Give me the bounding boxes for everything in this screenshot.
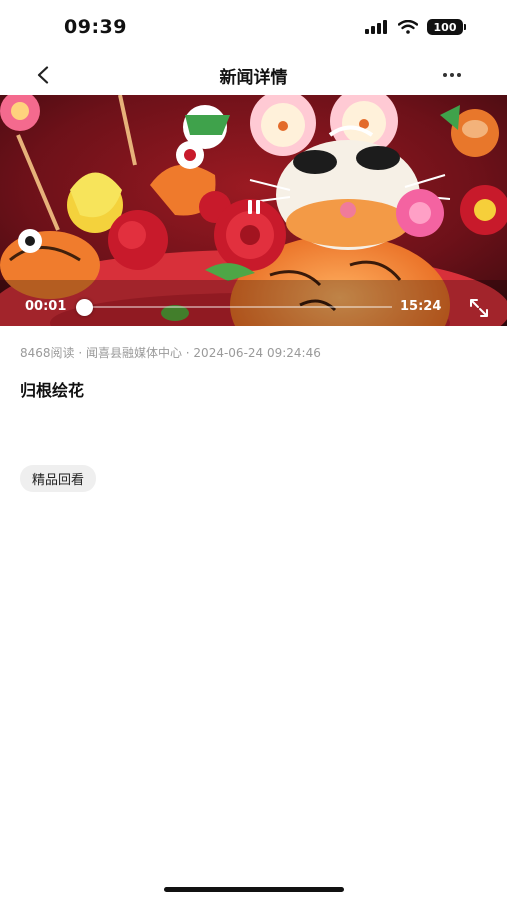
status-icons: 100	[365, 19, 466, 35]
battery-level: 100	[433, 20, 457, 34]
progress-track[interactable]	[84, 306, 392, 308]
duration: 15:24	[400, 299, 442, 314]
status-bar: 09:39 100	[0, 0, 507, 56]
current-time: 00:01	[25, 299, 67, 314]
progress-thumb[interactable]	[75, 299, 93, 316]
status-time: 09:39	[64, 16, 127, 38]
video-player[interactable]: 00:01 15:24	[0, 95, 507, 326]
more-dots-icon	[443, 73, 447, 77]
pause-icon	[248, 200, 252, 214]
fullscreen-icon[interactable]	[468, 297, 490, 319]
more-button[interactable]	[439, 62, 465, 88]
pause-button[interactable]	[241, 194, 267, 220]
signal-icon	[365, 20, 389, 34]
article-meta: 8468阅读 · 闻喜县融媒体中心 · 2024-06-24 09:24:46	[20, 346, 321, 360]
tag-chip[interactable]: 精品回看	[20, 465, 97, 492]
wifi-icon	[398, 20, 418, 34]
article-title: 归根绘花	[20, 381, 85, 400]
nav-bar: 新闻详情	[0, 56, 507, 94]
battery-icon: 100	[427, 19, 466, 35]
page-title: 新闻详情	[219, 68, 288, 88]
home-indicator	[164, 887, 344, 892]
